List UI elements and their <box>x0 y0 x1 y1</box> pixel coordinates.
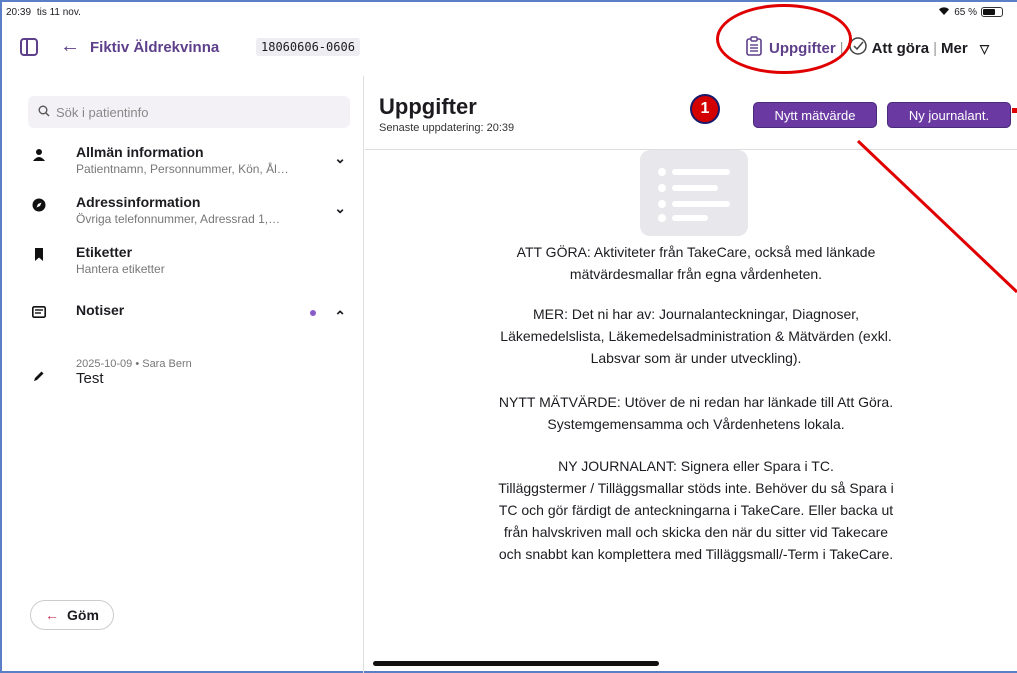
search-placeholder: Sök i patientinfo <box>56 104 149 120</box>
wifi-icon <box>938 6 950 19</box>
info-line: MER: Det ni har av: Journalanteckningar,… <box>532 306 860 322</box>
nav-mer[interactable]: Mer ▽ <box>941 40 989 57</box>
battery-text: 65 % <box>954 6 977 18</box>
info-paragraph-nytt-matvarde: NYTT MÄTVÄRDE: Utöver de ni redan har lä… <box>466 391 926 435</box>
personal-number: 18060606-0606 <box>256 38 360 56</box>
sidebar-item-subtitle: Övriga telefonnummer, Adressrad 1,… <box>76 212 281 226</box>
info-paragraph-mer: MER: Det ni har av: Journalanteckningar,… <box>466 303 926 369</box>
last-updated: Senaste uppdatering: 20:39 <box>379 122 515 134</box>
sidebar-item-title: Adressinformation <box>76 194 201 210</box>
hide-sidebar-button[interactable]: ← Göm <box>30 600 114 630</box>
sidebar-item-adressinformation[interactable]: Adressinformation Övriga telefonnummer, … <box>32 194 352 226</box>
note-text: Test <box>76 370 104 387</box>
sidebar-item-title: Notiser <box>76 302 125 318</box>
info-line: och snabbt kan komplettera med Tilläggsm… <box>498 546 894 562</box>
info-line: mätvärdesmallar från egna vårdenheten. <box>569 266 823 282</box>
arrow-left-icon: ← <box>45 607 60 623</box>
sidebar-item-subtitle: Hantera etiketter <box>76 262 165 276</box>
search-icon <box>38 105 50 120</box>
info-line: Systemgemensamma och Vårdenhetens lokala… <box>547 416 845 432</box>
sidebar-item-title: Etiketter <box>76 244 133 260</box>
bookmark-icon <box>32 248 46 264</box>
hide-sidebar-label: Göm <box>67 607 99 623</box>
page-title: Uppgifter <box>379 94 477 119</box>
info-paragraph-att-gora: ATT GÖRA: Aktiviteter från TakeCare, ock… <box>466 241 926 285</box>
main-header: Uppgifter Senaste uppdatering: 20:39 1 N… <box>365 76 1017 150</box>
notification-dot <box>310 310 316 316</box>
chevron-down-icon: ▽ <box>979 41 990 56</box>
new-measurement-button[interactable]: Nytt mätvärde <box>753 102 877 128</box>
annotation-badge: 1 <box>690 94 720 124</box>
info-line: Läkemedelslista, Läkemedelsadministratio… <box>500 328 892 344</box>
nav-separator: | <box>933 39 937 57</box>
arrow-left-icon[interactable]: ← <box>60 35 80 58</box>
annotation-marker <box>1012 108 1017 113</box>
battery-icon <box>981 7 1003 17</box>
sidebar-item-title: Allmän information <box>76 144 204 160</box>
new-journal-button[interactable]: Ny journalant. <box>887 102 1011 128</box>
status-bar: 20:39 tis 11 nov. 65 % <box>6 4 1003 20</box>
nav-mer-label: Mer <box>940 39 968 57</box>
chevron-down-icon: ⌄ <box>334 150 346 166</box>
info-line: Labsvar som är under utveckling). <box>590 350 802 366</box>
person-icon <box>32 148 46 165</box>
sidebar-item-allman-information[interactable]: Allmän information Patientnamn, Personnu… <box>32 144 352 176</box>
sidebar-item-etiketter[interactable]: Etiketter Hantera etiketter <box>32 244 352 276</box>
sidebar-toggle-icon[interactable] <box>20 38 38 56</box>
sidebar-item-notiser[interactable]: Notiser ⌃ <box>32 302 352 324</box>
info-line: ATT GÖRA: Aktiviteter från TakeCare, ock… <box>516 244 876 260</box>
patient-name: Fiktiv Äldrekvinna <box>90 39 220 56</box>
info-line: från halvskriven mall och skicka den när… <box>503 524 889 540</box>
nav-att-gora-label: Att göra <box>871 39 930 57</box>
pencil-icon <box>32 370 46 385</box>
top-bar: ← Fiktiv Äldrekvinna 18060606-0606 Uppgi… <box>0 24 1017 72</box>
search-input[interactable]: Sök i patientinfo <box>28 96 350 128</box>
status-date: tis 11 nov. <box>36 6 81 18</box>
info-paragraph-ny-journalant: NY JOURNALANT: Signera eller Spara i TC.… <box>466 455 926 565</box>
sidebar: Sök i patientinfo Allmän information Pat… <box>8 76 364 673</box>
info-line: NYTT MÄTVÄRDE: Utöver de ni redan har lä… <box>498 394 894 410</box>
info-line: Tilläggstermer / Tilläggsmallar stöds in… <box>498 480 894 496</box>
notes-icon <box>32 306 46 321</box>
compass-icon <box>32 198 46 215</box>
note-meta: 2025-10-09 • Sara Bern <box>76 358 192 370</box>
nav-att-gora[interactable]: Att göra <box>848 36 930 60</box>
annotation-ellipse <box>716 4 852 74</box>
home-indicator <box>373 661 659 666</box>
note-item[interactable]: 2025-10-09 • Sara Bern Test <box>32 358 352 387</box>
info-line: NY JOURNALANT: Signera eller Spara i TC. <box>558 458 834 474</box>
status-time: 20:39 <box>6 6 32 18</box>
list-illustration-icon <box>640 150 748 236</box>
chevron-down-icon: ⌄ <box>334 200 346 216</box>
sidebar-item-subtitle: Patientnamn, Personnummer, Kön, Ål… <box>76 162 289 176</box>
info-line: TC och gör färdigt de anteckningarna i T… <box>498 502 894 518</box>
chevron-up-icon: ⌃ <box>334 308 346 324</box>
